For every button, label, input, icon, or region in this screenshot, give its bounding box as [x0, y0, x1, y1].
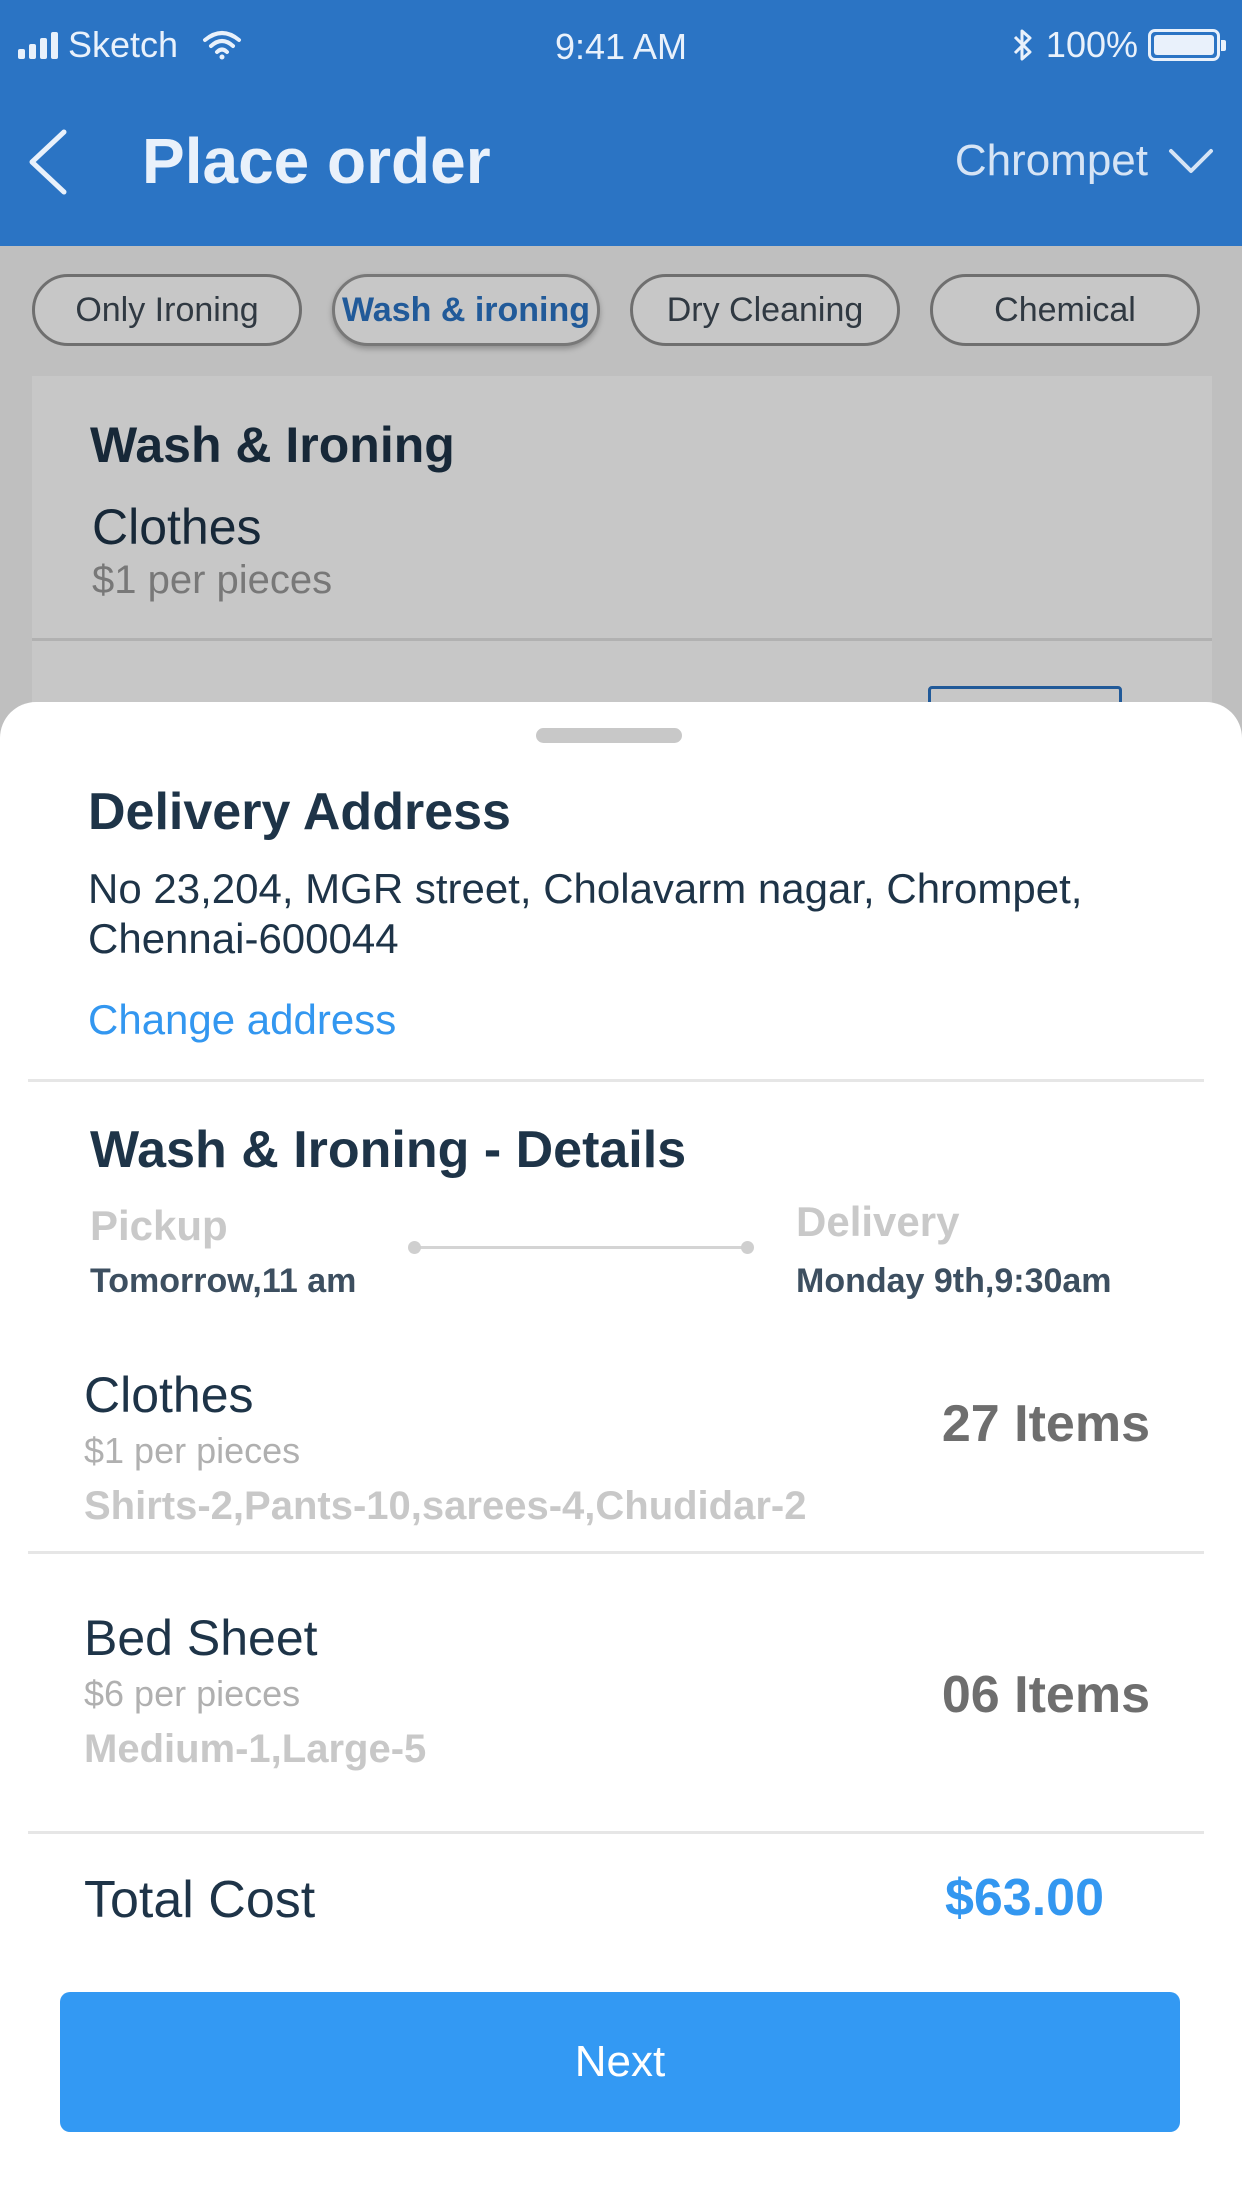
pickup-label: Pickup [90, 1202, 228, 1249]
status-bar: Sketch 9:41 AM 100% [0, 0, 1242, 90]
pickup-delivery-timeline [408, 1240, 754, 1254]
total-cost-value: $63.00 [944, 1869, 1104, 1927]
item-breakdown: Shirts-2,Pants-10,sarees-4,Chudidar-2 [84, 1484, 807, 1528]
delivery-label: Delivery [796, 1198, 960, 1245]
item-name: Bed Sheet [84, 1610, 318, 1666]
item-price: $1 per pieces [84, 1430, 301, 1471]
next-button[interactable]: Next [60, 1992, 1180, 2132]
details-title: Wash & Ironing - Details [90, 1121, 687, 1179]
order-summary-sheet: Delivery Address No 23,204, MGR street, … [0, 702, 1242, 2208]
battery-icon [1148, 29, 1226, 61]
location-label: Chrompet [954, 136, 1148, 185]
bluetooth-icon [1013, 29, 1032, 61]
chevron-down-icon [1169, 149, 1213, 173]
app-header: Sketch 9:41 AM 100% Place order Chrompet [0, 0, 1242, 246]
location-dropdown[interactable]: Chrompet [955, 136, 1214, 186]
item-count: 06 Items [941, 1666, 1150, 1724]
sheet-drag-handle[interactable] [536, 728, 682, 743]
change-address-link[interactable]: Change address [88, 996, 396, 1044]
status-right: 100% [1012, 24, 1226, 66]
divider [28, 1551, 1204, 1554]
item-count: 27 Items [941, 1395, 1150, 1453]
divider [28, 1079, 1204, 1082]
page-title: Place order [142, 125, 491, 197]
delivery-time: Monday 9th,9:30am [796, 1262, 1112, 1300]
item-price: $6 per pieces [84, 1673, 301, 1714]
pickup-time: Tomorrow,11 am [90, 1262, 357, 1300]
total-cost-label: Total Cost [84, 1871, 316, 1929]
item-name: Clothes [84, 1367, 254, 1423]
chevron-left-icon[interactable] [24, 128, 72, 196]
delivery-address-title: Delivery Address [88, 783, 511, 841]
delivery-address-text: No 23,204, MGR street, Cholavarm nagar, … [88, 865, 1083, 962]
divider [28, 1831, 1204, 1834]
battery-percent: 100% [1045, 24, 1138, 65]
item-breakdown: Medium-1,Large-5 [84, 1727, 427, 1771]
